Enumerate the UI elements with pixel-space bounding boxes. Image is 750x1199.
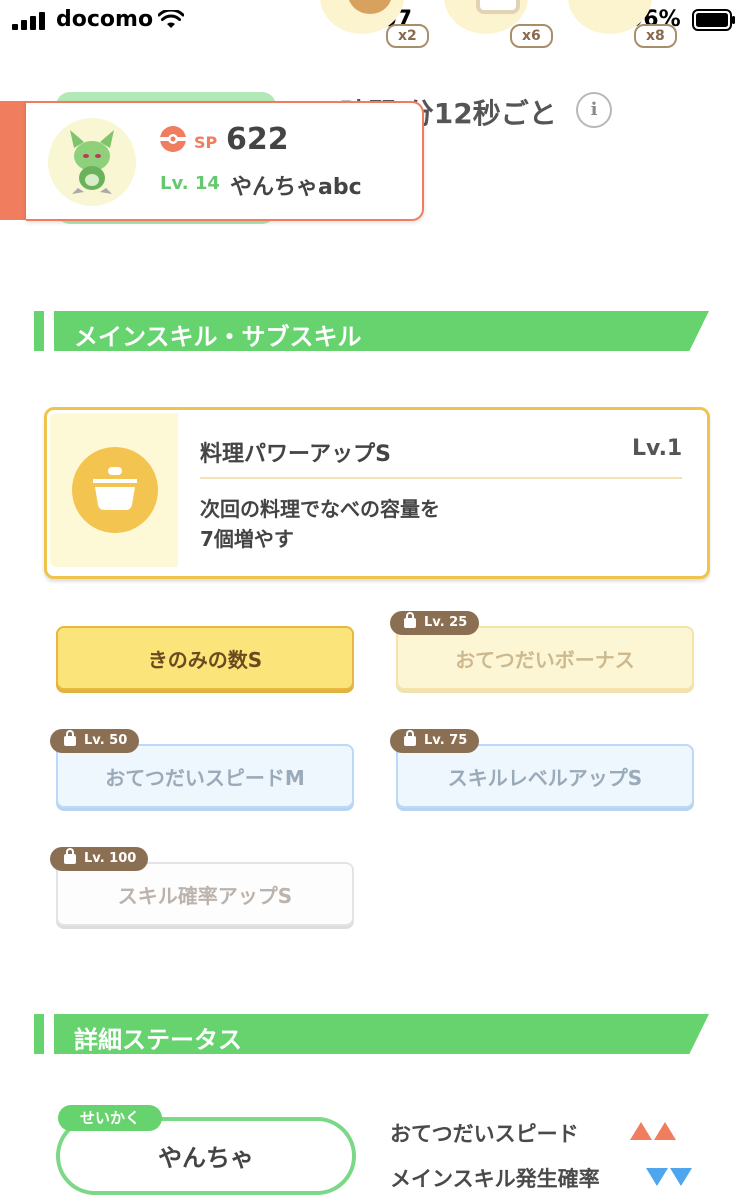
carrier-name: docomo [56,7,154,32]
section-marker [34,311,44,351]
trait-label-down: メインスキル発生確率 [390,1167,600,1191]
lock-tag: Lv. 75 [390,729,480,753]
arrow-down-icon [646,1168,668,1186]
item-count: x6 [510,24,553,48]
info-button[interactable]: i [576,92,612,128]
nature-name: やんちゃ [158,1144,254,1172]
battery-icon [692,9,735,31]
pokemon-avatar [48,118,136,206]
lock-tag: Lv. 25 [390,611,480,635]
main-skill-level: Lv.1 [632,436,683,461]
main-skill-description: 次回の料理でなべの容量を 7個増やす [200,497,440,551]
sprigatito-icon [70,130,114,194]
wifi-icon [158,10,184,28]
item-count: x8 [634,24,677,48]
sp-value: 622 [226,122,289,157]
section-marker [34,1014,44,1054]
arrow-up-icon [654,1122,676,1140]
section-title-status: 詳細ステータス [74,1026,242,1054]
sub-skill-button-locked[interactable]: スキルレベルアップS [396,744,694,808]
sub-skill-button[interactable]: きのみの数S [56,626,354,690]
main-skill-name: 料理パワーアップS [200,442,391,467]
arrow-down-icon [670,1168,692,1186]
sub-skill-button-locked[interactable]: おてつだいボーナス [396,626,694,690]
divider [200,477,682,479]
lock-icon [404,612,416,628]
sub-skill-button-locked[interactable]: おてつだいスピードM [56,744,354,808]
sp-icon [160,126,186,152]
sp-label: SP [194,133,218,152]
trait-label-up: おてつだいスピード [390,1122,579,1146]
nature-tag: せいかく [58,1105,162,1131]
main-skill-icon [72,447,158,533]
lock-icon [64,730,76,746]
sub-skill-button-locked[interactable]: スキル確率アップS [56,862,354,926]
lock-icon [64,848,76,864]
lock-icon [404,730,416,746]
signal-icon [12,12,50,30]
section-title-skills: メインスキル・サブスキル [74,323,362,351]
ingredient-icon [476,0,520,14]
pokemon-level: Lv. 14 [160,173,220,194]
lock-tag: Lv. 100 [50,847,149,871]
arrow-up-icon [630,1122,652,1140]
pokemon-name: やんちゃabc [230,175,362,200]
lock-tag: Lv. 50 [50,729,140,753]
pot-icon [93,467,137,511]
item-count: x2 [386,24,429,48]
